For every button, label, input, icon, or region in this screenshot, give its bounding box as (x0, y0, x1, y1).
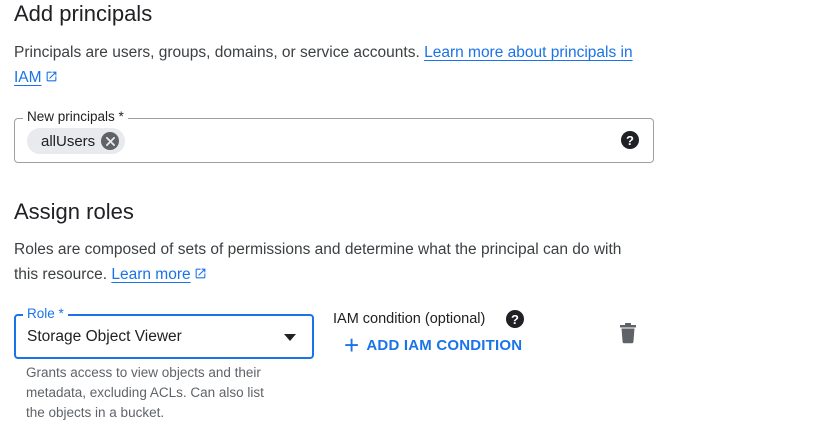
iam-condition-label: IAM condition (optional) (333, 311, 486, 327)
close-icon (105, 136, 115, 146)
chip-remove-icon[interactable] (101, 132, 120, 150)
roles-description: Roles are composed of sets of permission… (14, 237, 634, 287)
role-label: Role * (23, 306, 68, 321)
role-select[interactable]: Role * Storage Object Viewer (14, 306, 314, 359)
external-link-icon (195, 268, 205, 279)
principal-chip-label: allUsers (41, 132, 96, 150)
new-principals-field[interactable]: New principals * allUsers ? (14, 109, 654, 163)
trash-icon[interactable] (618, 322, 638, 344)
learn-more-roles-text: Learn more (111, 266, 191, 283)
plus-icon: + (344, 330, 360, 360)
principal-chip[interactable]: allUsers (27, 128, 126, 154)
new-principals-label: New principals * (23, 109, 128, 124)
learn-more-roles-link[interactable]: Learn more (111, 266, 206, 283)
assign-roles-heading: Assign roles (14, 199, 134, 224)
principals-description: Principals are users, groups, domains, o… (14, 40, 654, 90)
principals-description-text: Principals are users, groups, domains, o… (14, 44, 420, 61)
role-hint: Grants access to view objects and their … (26, 365, 264, 420)
add-iam-condition-label: ADD IAM CONDITION (366, 336, 523, 354)
help-icon[interactable]: ? (621, 131, 639, 149)
help-icon[interactable]: ? (506, 310, 524, 328)
add-iam-condition-button[interactable]: + ADD IAM CONDITION (344, 330, 523, 360)
add-principals-heading: Add principals (14, 1, 153, 26)
dropdown-arrow-icon (284, 334, 296, 341)
roles-description-text: Roles are composed of sets of permission… (14, 241, 622, 283)
external-link-icon (46, 71, 56, 82)
role-selected-value: Storage Object Viewer (27, 328, 182, 345)
